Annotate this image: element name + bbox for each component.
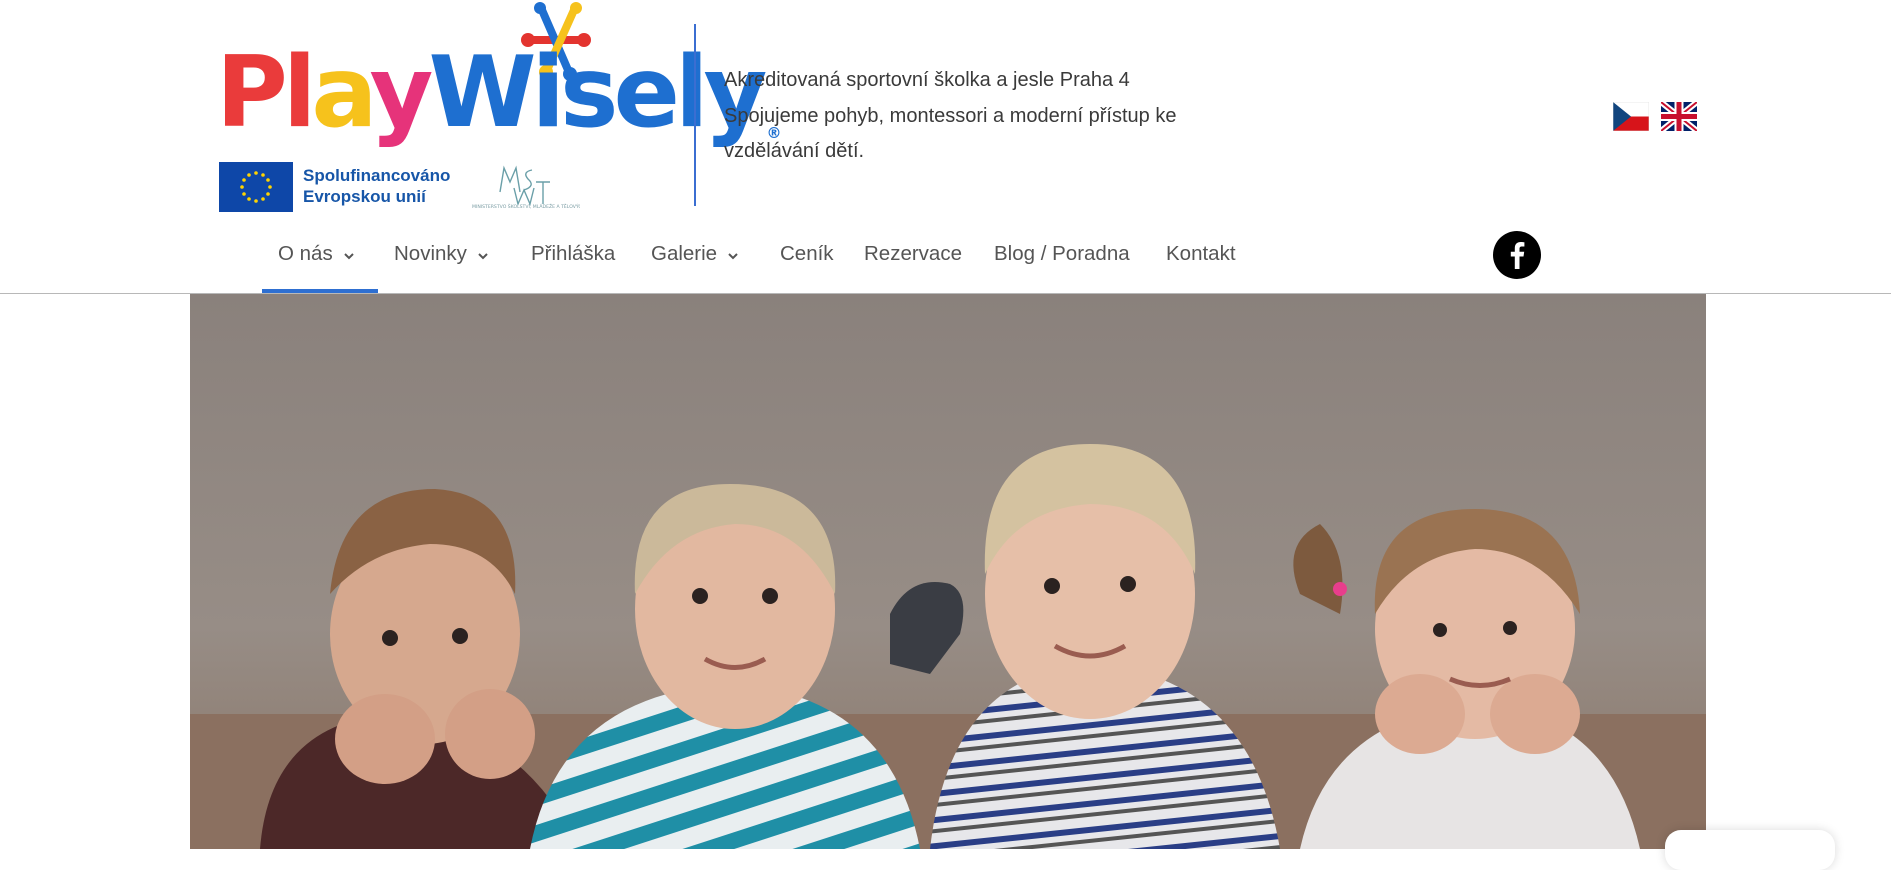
nav-item-label: O nás [278,242,333,265]
header-tagline: Akreditovaná sportovní školka a jesle Pr… [724,63,1244,170]
nav-item-label: Novinky [394,242,467,265]
msmt-ministry-logo: MINISTERSTVO ŠKOLSTVÍ, MLÁDEŽE A TĚLOVÝC… [472,165,580,210]
nav-item-label: Rezervace [864,242,962,265]
eu-cofinanced-caption: Spolufinancováno Evropskou unií [303,166,451,206]
logo-letter: s [560,36,618,150]
nav-item-label: Přihláška [531,242,616,265]
chevron-down-icon [343,252,354,259]
logo-letter: i [531,36,566,150]
logo-letter: P [216,36,288,150]
header-divider [694,24,696,206]
site-logo-link[interactable]: PlayWisely ® Spolufinancováno Evropskou u… [214,0,781,216]
nav-item-novinky[interactable]: Novinky [394,226,489,282]
tagline-line: Akreditovaná sportovní školka a jesle Pr… [724,69,1130,91]
czech-flag-icon[interactable] [1613,102,1649,131]
nav-item-label: Ceník [780,242,834,265]
nav-item-label: Blog / Poradna [994,242,1130,265]
eu-flag-icon [219,162,293,212]
logo-letter: W [428,36,536,150]
facebook-icon[interactable] [1493,231,1541,279]
nav-item-cenik[interactable]: Ceník [780,226,834,282]
hero-image [190,294,1706,849]
nav-item-label: Galerie [651,242,718,265]
chevron-down-icon [478,252,488,259]
logo-letter: e [613,36,680,150]
logo-letter: l [282,36,317,150]
nav-item-label: Kontakt [1166,242,1236,265]
nav-item-blog-poradna[interactable]: Blog / Poradna [994,226,1130,282]
chat-widget[interactable] [1665,830,1835,870]
nav-item-o-nas[interactable]: O nás [278,226,355,282]
nav-item-galerie[interactable]: Galerie [651,226,739,282]
nav-item-prihlaska[interactable]: Přihláška [531,226,615,282]
site-header: PlayWisely ® Spolufinancováno Evropskou u… [0,0,1891,294]
logo-letter: a [311,36,374,150]
msmt-caption: MINISTERSTVO ŠKOLSTVÍ, MLÁDEŽE A TĚLOVÝC… [472,202,580,210]
uk-flag-icon[interactable] [1661,102,1697,131]
chevron-down-icon [728,252,738,259]
facebook-glyph [1510,242,1525,269]
logo-letter: y [369,36,434,150]
logo-letter: l [674,36,709,150]
children-photo [190,294,1706,849]
nav-item-kontakt[interactable]: Kontakt [1166,226,1236,282]
nav-item-rezervace[interactable]: Rezervace [864,226,962,282]
tagline-line: Spojujeme pohyb, montessori a moderní př… [724,104,1177,163]
